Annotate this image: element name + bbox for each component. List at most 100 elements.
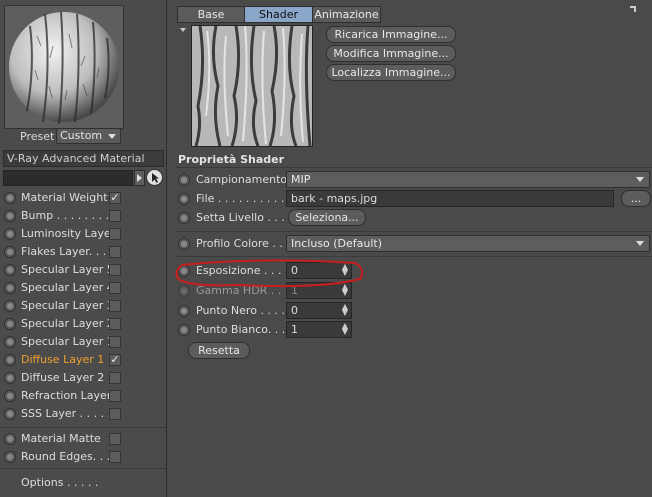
spinner-arrows-icon[interactable]: ▲ ▼ [342, 303, 348, 317]
section-title: Proprietà Shader [178, 153, 285, 166]
layer-checkbox[interactable] [109, 282, 121, 294]
layer-dot-icon[interactable] [4, 300, 16, 312]
preset-label: Preset [20, 130, 55, 143]
layer-checkbox[interactable] [109, 264, 121, 276]
preset-value: Custom [60, 129, 103, 142]
layer-checkbox[interactable] [109, 390, 121, 402]
layer-checkbox[interactable] [109, 228, 121, 240]
collapse-arrow-icon[interactable] [180, 28, 186, 32]
color-profile-dropdown[interactable]: Incluso (Default) [286, 235, 650, 252]
option-dot-icon[interactable] [4, 433, 16, 445]
layer-checkbox[interactable] [109, 336, 121, 348]
layer-checkbox[interactable] [109, 318, 121, 330]
locate-image-button[interactable]: Localizza Immagine... [326, 64, 456, 81]
layer-item[interactable]: Material Weight ✓ [0, 189, 166, 207]
white-point-value: 1 [291, 323, 298, 336]
black-point-field[interactable]: 0 ▲ ▼ [286, 302, 352, 319]
pick-cursor-button[interactable] [146, 169, 163, 186]
layer-label: SSS Layer . . . . . . [21, 407, 119, 420]
layer-item[interactable]: Diffuse Layer 1 ✓ [0, 351, 166, 369]
select-layer-button[interactable]: Seleziona... [288, 209, 366, 226]
animate-dot-icon[interactable] [178, 212, 190, 224]
option-label: Round Edges. . . [21, 450, 111, 463]
preset-dropdown[interactable]: Custom [56, 128, 121, 144]
reset-button[interactable]: Resetta [188, 342, 250, 359]
layer-dot-icon[interactable] [4, 390, 16, 402]
campionamento-dropdown[interactable]: MIP [286, 171, 650, 188]
layer-item[interactable]: Specular Layer 3 [0, 297, 166, 315]
reload-image-button[interactable]: Ricarica Immagine... [326, 26, 456, 43]
material-name-field[interactable]: V-Ray Advanced Material [3, 150, 164, 167]
layer-item[interactable]: Specular Layer 1 [0, 333, 166, 351]
file-path-field[interactable]: bark - maps.jpg [286, 190, 614, 207]
tab-base[interactable]: Base [177, 6, 245, 23]
row-campionamento: Campionamento MIP [178, 171, 652, 189]
layer-dot-icon[interactable] [4, 264, 16, 276]
layer-item[interactable]: Luminosity Layer [0, 225, 166, 243]
layer-item[interactable]: Flakes Layer. . . . . [0, 243, 166, 261]
layer-item[interactable]: Diffuse Layer 2 [0, 369, 166, 387]
divider [0, 468, 166, 469]
divider [176, 231, 652, 232]
animate-dot-icon[interactable] [178, 174, 190, 186]
layer-label: Luminosity Layer [21, 227, 116, 240]
layer-label: Specular Layer 4 [21, 281, 114, 294]
chevron-down-icon [636, 177, 644, 182]
spinner-arrows-icon[interactable]: ▲ ▼ [342, 322, 348, 336]
layer-label: Flakes Layer. . . . . [21, 245, 121, 258]
layer-checkbox[interactable] [109, 210, 121, 222]
layer-dot-icon[interactable] [4, 282, 16, 294]
black-point-value: 0 [291, 304, 298, 317]
animate-dot-icon[interactable] [178, 238, 190, 250]
play-arrow-button[interactable] [134, 170, 145, 186]
corner-expand-icon[interactable] [630, 6, 636, 12]
layer-checkbox[interactable] [109, 246, 121, 258]
layer-dot-icon[interactable] [4, 336, 16, 348]
layer-dot-icon[interactable] [4, 246, 16, 258]
browse-file-button[interactable]: ... [621, 190, 651, 207]
row-punto-nero: Punto Nero . . . . . 0 ▲ ▼ [178, 302, 652, 320]
extra-option-item[interactable]: Round Edges. . . [0, 448, 166, 466]
layer-label: Specular Layer 3 [21, 299, 114, 312]
bark-texture-icon [192, 25, 312, 147]
layer-label: Specular Layer 2 [21, 317, 114, 330]
options-label[interactable]: Options . . . . . [21, 476, 98, 489]
divider [0, 427, 166, 428]
layer-item[interactable]: Bump . . . . . . . . . [0, 207, 166, 225]
layer-checkbox[interactable]: ✓ [109, 192, 121, 204]
layer-checkbox[interactable] [109, 300, 121, 312]
layer-dot-icon[interactable] [4, 354, 16, 366]
edit-image-button[interactable]: Modifica Immagine... [326, 45, 456, 62]
layer-item[interactable]: Specular Layer 2 [0, 315, 166, 333]
layer-checkbox[interactable] [109, 408, 121, 420]
layer-dot-icon[interactable] [4, 210, 16, 222]
layer-filter-input[interactable] [3, 170, 133, 186]
animate-dot-icon[interactable] [178, 193, 190, 205]
layer-checkbox[interactable]: ✓ [109, 354, 121, 366]
animate-dot-icon[interactable] [178, 305, 190, 317]
layer-item[interactable]: SSS Layer . . . . . . [0, 405, 166, 423]
tab-animazione[interactable]: Animazione [312, 6, 381, 23]
animate-dot-icon[interactable] [178, 324, 190, 336]
material-preview[interactable] [4, 5, 124, 129]
texture-preview[interactable] [191, 25, 313, 147]
layer-dot-icon[interactable] [4, 228, 16, 240]
option-dot-icon[interactable] [4, 451, 16, 463]
layer-dot-icon[interactable] [4, 318, 16, 330]
layer-item[interactable]: Refraction Layer [0, 387, 166, 405]
tab-shader[interactable]: Shader [244, 6, 313, 23]
layer-dot-icon[interactable] [4, 408, 16, 420]
extra-option-item[interactable]: Material Matte [0, 430, 166, 448]
layer-dot-icon[interactable] [4, 372, 16, 384]
layer-item[interactable]: Specular Layer 5 [0, 261, 166, 279]
layer-checkbox[interactable] [109, 372, 121, 384]
layer-dot-icon[interactable] [4, 192, 16, 204]
layer-item[interactable]: Specular Layer 4 [0, 279, 166, 297]
material-layers-panel: Preset Custom V-Ray Advanced Material Ma… [0, 0, 167, 497]
chevron-down-icon [108, 134, 116, 139]
layer-label: Refraction Layer [21, 389, 112, 402]
option-checkbox[interactable] [109, 451, 121, 463]
white-point-field[interactable]: 1 ▲ ▼ [286, 321, 352, 338]
punto-nero-label: Punto Nero . . . . . [196, 304, 292, 317]
option-checkbox[interactable] [109, 433, 121, 445]
